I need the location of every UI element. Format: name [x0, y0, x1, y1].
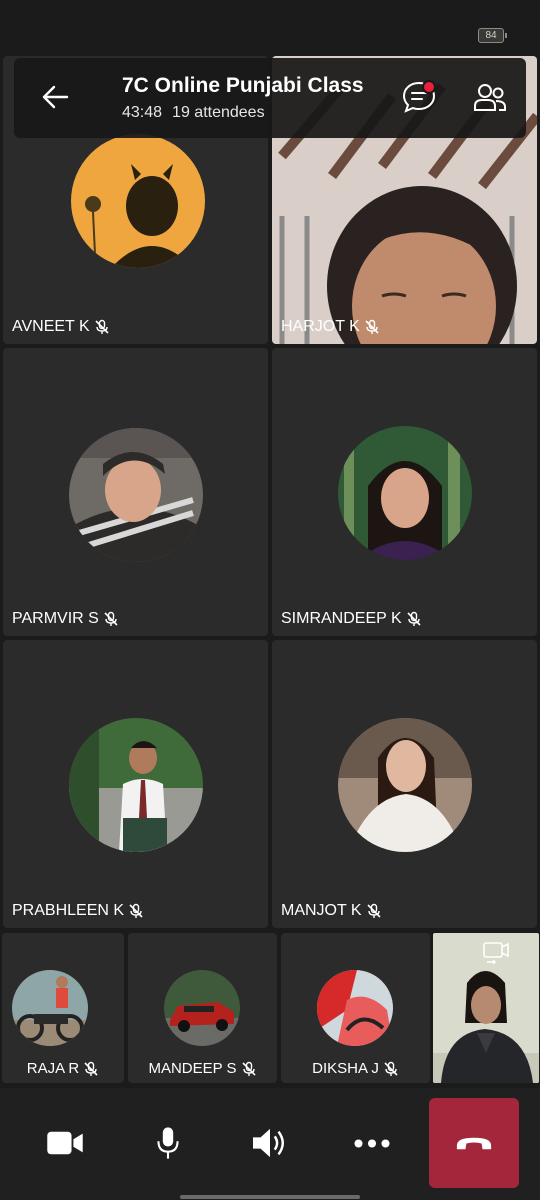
participant-name: AVNEET K [12, 318, 110, 336]
participant-tile-parmvir[interactable]: PARMVIR S [3, 348, 268, 636]
avatar [164, 970, 240, 1046]
more-icon [354, 1138, 390, 1148]
mic-off-icon [367, 903, 381, 918]
mic-toggle-button[interactable] [138, 1118, 198, 1168]
hang-up-icon [456, 1137, 492, 1149]
mic-off-icon [384, 1061, 398, 1076]
meeting-header: 7C Online Punjabi Class 43:48 19 attende… [14, 58, 526, 138]
participant-name: DIKSHA J [281, 1060, 430, 1077]
status-bar: 84 [0, 0, 540, 52]
call-controls [0, 1088, 540, 1200]
participant-label: AVNEET K [12, 318, 90, 335]
avatar [71, 134, 205, 268]
meeting-title: 7C Online Punjabi Class [122, 74, 364, 97]
mic-off-icon [95, 319, 109, 334]
avatar [338, 718, 472, 852]
mic-off-icon [84, 1061, 98, 1076]
attendee-count: 19 attendees [172, 104, 265, 121]
participant-tile-raja[interactable]: RAJA R [2, 933, 124, 1083]
participant-label: MANDEEP S [148, 1060, 237, 1077]
participant-label: PARMVIR S [12, 610, 99, 627]
participant-name: SIMRANDEEP K [281, 610, 422, 628]
participant-label: HARJOT K [281, 318, 360, 335]
participant-tile-diksha[interactable]: DIKSHA J [281, 933, 430, 1083]
participant-label: RAJA R [26, 1060, 80, 1077]
mic-off-icon [365, 319, 379, 334]
participant-label: SIMRANDEEP K [281, 610, 402, 627]
more-options-button[interactable] [342, 1118, 402, 1168]
end-call-button[interactable] [429, 1098, 519, 1188]
home-indicator[interactable] [180, 1195, 360, 1199]
meeting-duration: 43:48 [122, 104, 163, 121]
self-video-tile[interactable] [433, 933, 539, 1083]
participant-tile-simrandeep[interactable]: SIMRANDEEP K [272, 348, 537, 636]
participant-label: DIKSHA J [312, 1060, 379, 1077]
participant-tile-mandeep[interactable]: MANDEEP S [128, 933, 277, 1083]
participant-tile-prabhleen[interactable]: PRABHLEEN K [3, 640, 268, 928]
mic-off-icon [129, 903, 143, 918]
avatar [12, 970, 88, 1046]
arrow-left-icon[interactable] [40, 82, 70, 112]
avatar [338, 426, 472, 560]
video-camera-icon [47, 1131, 83, 1155]
speaker-button[interactable] [240, 1118, 300, 1168]
mic-off-icon [104, 611, 118, 626]
participant-name: RAJA R [2, 1060, 124, 1077]
avatar [69, 428, 203, 562]
participant-name: HARJOT K [281, 318, 380, 336]
switch-camera-icon[interactable] [481, 936, 511, 966]
participant-label: MANJOT K [281, 902, 362, 919]
speaker-icon [253, 1128, 284, 1158]
participant-name: MANJOT K [281, 902, 382, 920]
people-icon[interactable] [472, 80, 508, 116]
participant-tile-manjot[interactable]: MANJOT K [272, 640, 537, 928]
participant-label: PRABHLEEN K [12, 902, 125, 919]
avatar [69, 718, 203, 852]
meeting-subtitle: 43:48 19 attendees [122, 104, 265, 122]
avatar [317, 970, 393, 1046]
participant-name: PARMVIR S [12, 610, 119, 628]
participant-name: MANDEEP S [128, 1060, 277, 1077]
microphone-icon [157, 1127, 179, 1159]
battery-indicator: 84 [478, 28, 507, 43]
mic-off-icon [407, 611, 421, 626]
notification-dot [422, 80, 436, 94]
chat-button[interactable] [400, 78, 438, 116]
participant-name: PRABHLEEN K [12, 902, 144, 920]
mic-off-icon [241, 1061, 256, 1076]
video-toggle-button[interactable] [35, 1118, 95, 1168]
